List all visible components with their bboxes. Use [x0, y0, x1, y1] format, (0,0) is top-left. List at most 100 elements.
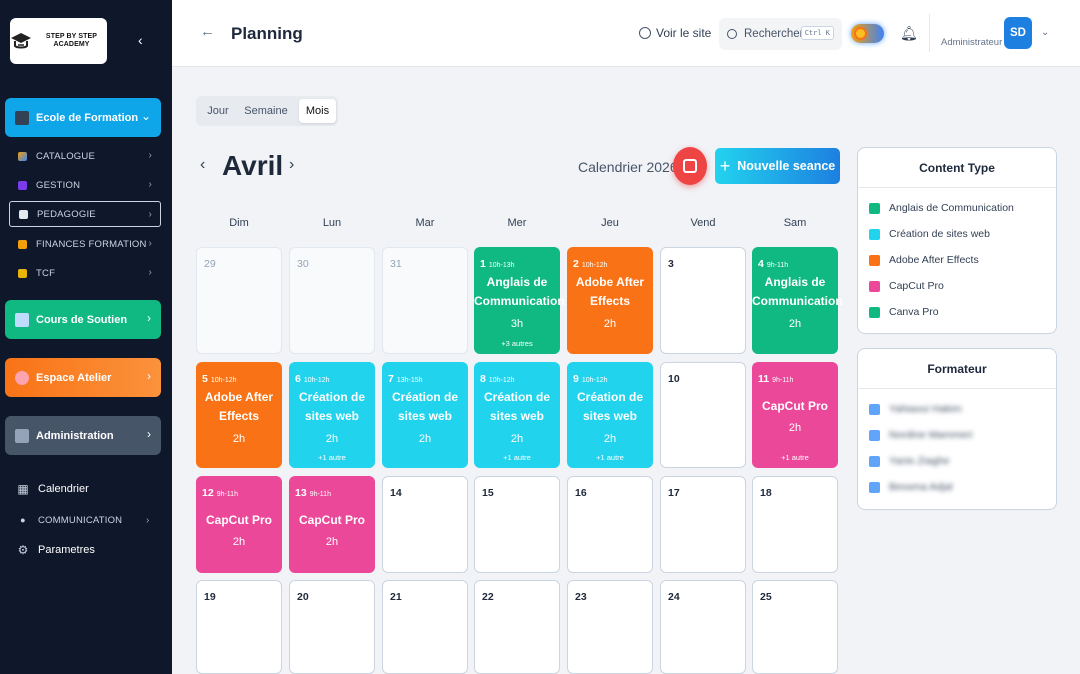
chevron-right-icon: › [148, 267, 152, 278]
money-bag-icon [18, 239, 27, 249]
calendar-day[interactable]: 30 [289, 247, 375, 354]
legend-label: CapCut Pro [889, 280, 944, 292]
more-events-link[interactable]: +1 autre [567, 453, 653, 462]
previous-month-icon[interactable]: ‹ [200, 156, 205, 174]
chevron-right-icon: › [148, 238, 152, 249]
content-type-legend-item[interactable]: Anglais de Communication [869, 202, 1014, 214]
event-duration: 2h [788, 318, 802, 330]
day-number: 29 [204, 258, 216, 270]
tab-mois[interactable]: Mois [299, 99, 336, 123]
content-type-legend-item[interactable]: CapCut Pro [869, 280, 944, 292]
bell-icon[interactable]: 🔔︎ [900, 25, 918, 42]
calendar-event-day[interactable]: 8 10h-12h Création de sites web 2h +1 autre [474, 362, 560, 468]
color-swatch [869, 202, 880, 214]
calendar-day[interactable]: 10 [660, 362, 746, 468]
more-events-link[interactable]: +1 autre [752, 453, 838, 462]
sidebar-item-parametres[interactable]: ⚙ Parametres [16, 543, 95, 557]
more-events-link[interactable]: +3 autres [474, 339, 560, 348]
calendar-day[interactable]: 20 [289, 580, 375, 674]
calendar-day[interactable]: 22 [474, 580, 560, 674]
more-events-link[interactable]: +1 autre [289, 453, 375, 462]
calendar-day[interactable]: 16 [567, 476, 653, 573]
content-type-legend-item[interactable]: Création de sites web [869, 228, 990, 240]
calendar-event-day[interactable]: 4 9h-11h Anglais de Communication 2h [752, 247, 843, 354]
calendar-icon [683, 159, 697, 173]
chevron-down-icon[interactable]: ⌄ [1041, 27, 1049, 38]
calendar-event-day[interactable]: 12 9h-11h CapCut Pro 2h [196, 476, 282, 573]
sidebar-item-communication[interactable]: ● COMMUNICATION › [16, 513, 166, 527]
event-duration: 2h [232, 433, 246, 445]
content-type-panel: Content Type Anglais de Communication Cré… [857, 147, 1057, 334]
logo-text: STEP BY STEP ACADEMY [45, 33, 98, 48]
calendar-event-day[interactable]: 2 10h-12h Adobe After Effects 2h [567, 247, 653, 354]
event-duration: 3h [510, 318, 524, 330]
nav-espace-atelier[interactable]: Espace Atelier › [5, 358, 161, 397]
nav-ecole-de-formation[interactable]: Ecole de Formation ⌄ [5, 98, 161, 137]
calendar-day[interactable]: 14 [382, 476, 468, 573]
calendar-event-day[interactable]: 13 9h-11h CapCut Pro 2h [289, 476, 375, 573]
color-swatch [869, 306, 880, 318]
sidebar-item-finances-formation[interactable]: FINANCES FORMATION › [18, 235, 158, 253]
new-session-button[interactable]: + Nouvelle seance [715, 148, 840, 184]
search-input[interactable]: Rechercher... Ctrl K [719, 18, 842, 50]
calendar-event-day[interactable]: 6 10h-12h Création de sites web 2h +1 autre [289, 362, 375, 468]
nav-cours-de-soutien[interactable]: Cours de Soutien › [5, 300, 161, 339]
day-number: 18 [760, 487, 772, 499]
calendar-day[interactable]: 17 [660, 476, 746, 573]
globe-icon [639, 27, 651, 39]
formateur-legend-item[interactable]: Nordine Mammeri [869, 429, 972, 441]
calendar-event-day[interactable]: 5 10h-12h Adobe After Effects 2h [196, 362, 282, 468]
sidebar-item-calendrier[interactable]: ▦ Calendrier [16, 482, 89, 496]
formateur-legend-item[interactable]: Bessma Adjal [869, 481, 953, 493]
formateur-legend-item[interactable]: Yanis Ziaghe [869, 455, 950, 467]
calendar-day[interactable]: 29 [196, 247, 282, 354]
day-number: 14 [390, 487, 402, 499]
calendar-event-day[interactable]: 11 9h-11h CapCut Pro 2h +1 autre [752, 362, 838, 468]
avatar[interactable]: SD [1004, 17, 1032, 49]
sidebar-item-gestion[interactable]: GESTION › [18, 176, 158, 194]
calendar-day[interactable]: 31 [382, 247, 468, 354]
content-type-legend-item[interactable]: Adobe After Effects [869, 254, 979, 266]
weekday-label: Mar [415, 217, 435, 229]
tab-jour[interactable]: Jour [199, 99, 237, 123]
view-tabs: Jour Semaine Mois [196, 96, 338, 126]
legend-label: Adobe After Effects [889, 254, 979, 266]
calendar-day[interactable]: 24 [660, 580, 746, 674]
back-arrow-icon[interactable]: ← [200, 24, 215, 40]
day-number: 22 [482, 591, 494, 603]
calendar-event-day[interactable]: 9 10h-12h Création de sites web 2h +1 autre [567, 362, 653, 468]
more-events-link[interactable]: +1 autre [474, 453, 560, 462]
calendar-picker-button[interactable] [673, 147, 707, 185]
calendar-day[interactable]: 3 [660, 247, 746, 354]
nav-administration[interactable]: Administration › [5, 416, 161, 455]
calendar-event-day[interactable]: 1 10h-13h Anglais de Communication 3h +3 aut… [474, 247, 565, 354]
calendar-day[interactable]: 21 [382, 580, 468, 674]
calendar-event-day[interactable]: 7 13h-15h Création de sites web 2h [382, 362, 468, 468]
sidebar-item-label: Calendrier [38, 483, 89, 495]
content-type-legend-item[interactable]: Canva Pro [869, 306, 939, 318]
calendar-day[interactable]: 25 [752, 580, 838, 674]
sidebar-item-pedagogie[interactable]: PEDAGOGIE › [9, 201, 161, 227]
academy-logo[interactable]: STEP BY STEP ACADEMY [10, 18, 107, 64]
theme-toggle[interactable] [851, 24, 884, 43]
page-title: Planning [231, 24, 303, 43]
calendar-day[interactable]: 23 [567, 580, 653, 674]
event-time: 9h-11h [766, 262, 789, 269]
next-month-icon[interactable]: › [289, 156, 294, 174]
formateur-legend-item[interactable]: Yahiaoui Hakim [869, 403, 962, 415]
calendar-day[interactable]: 15 [474, 476, 560, 573]
collapse-sidebar-icon[interactable]: ‹ [138, 32, 143, 48]
event-time: 9h-11h [309, 491, 331, 498]
chevron-down-icon: ⌄ [140, 109, 151, 123]
calendar-day[interactable]: 19 [196, 580, 282, 674]
plus-icon: + [719, 156, 731, 176]
day-number: 31 [390, 258, 402, 270]
voir-le-site-link[interactable]: Voir le site [639, 26, 711, 40]
sidebar-item-catalogue[interactable]: CATALOGUE › [18, 147, 158, 165]
tab-semaine[interactable]: Semaine [240, 99, 292, 123]
legend-label: Canva Pro [889, 306, 939, 318]
panel-title: Formateur [858, 349, 1056, 389]
day-number: 24 [668, 591, 680, 603]
calendar-day[interactable]: 18 [752, 476, 838, 573]
sidebar-item-tcf[interactable]: TCF › [18, 264, 158, 282]
